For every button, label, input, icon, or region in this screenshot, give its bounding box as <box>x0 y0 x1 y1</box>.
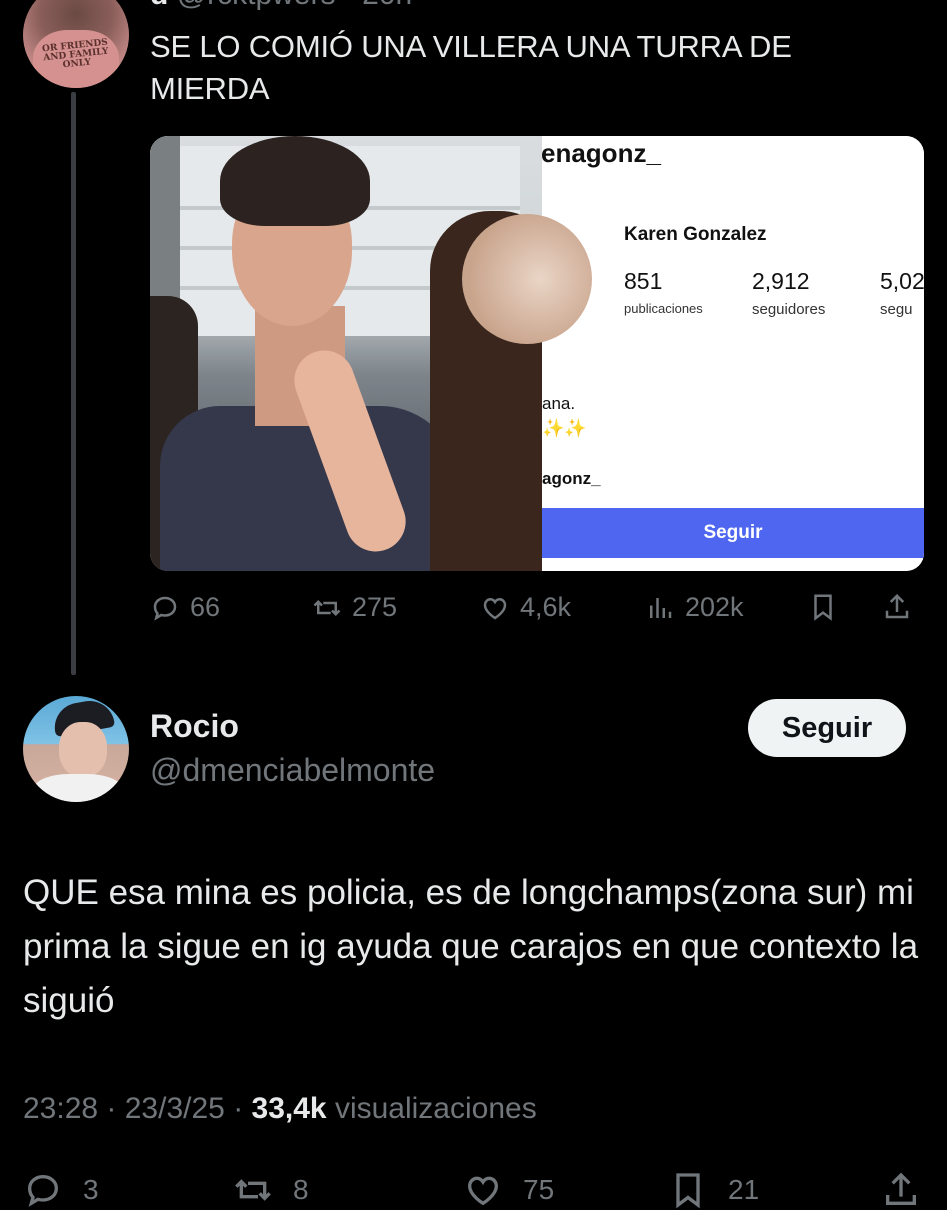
bookmark-icon <box>814 594 832 621</box>
reply-count: 3 <box>83 1174 99 1205</box>
reply-button[interactable]: 66 <box>150 592 220 623</box>
reply-icon <box>27 1174 59 1207</box>
ig-username: enagonz_ <box>541 138 661 168</box>
bookmark-button[interactable]: 21 <box>668 1170 759 1210</box>
bookmark-count: 21 <box>728 1174 760 1205</box>
ig-stat-posts: 851 publicaciones <box>624 268 703 316</box>
share-icon <box>886 1172 916 1205</box>
main-avatar[interactable] <box>23 696 129 802</box>
like-count: 4,6k <box>520 592 572 622</box>
ig-stat-label: seguidores <box>752 301 826 318</box>
repost-icon <box>235 1179 271 1201</box>
bookmark-icon <box>676 1173 700 1209</box>
photo-hair <box>220 136 370 226</box>
media-photo[interactable] <box>150 136 542 571</box>
ig-link: agonz_ <box>542 469 601 488</box>
like-count: 75 <box>523 1174 555 1205</box>
ig-stat-following: 5,02 segu <box>880 268 924 318</box>
ig-bio-emoji: ✨✨ <box>542 418 587 438</box>
tweet-date[interactable]: 23/3/25 <box>125 1092 225 1125</box>
like-button[interactable]: 75 <box>463 1170 554 1210</box>
parent-action-bar: 66 275 4,6k 202k <box>150 592 920 634</box>
reply-icon <box>153 596 177 621</box>
like-button[interactable]: 4,6k <box>480 592 571 623</box>
repost-count: 275 <box>352 592 398 622</box>
tweet-time[interactable]: 23:28 <box>23 1092 98 1125</box>
repost-button[interactable]: 275 <box>312 592 397 623</box>
repost-count: 8 <box>293 1174 309 1205</box>
parent-avatar[interactable]: OR FRIENDS AND FAMILY ONLY <box>23 0 129 88</box>
ig-stat-label: segu <box>880 301 913 318</box>
views-label: visualizaciones <box>334 1092 537 1125</box>
reply-count: 66 <box>190 592 221 622</box>
ig-profile-picture <box>462 214 592 344</box>
ig-bio: ana. <box>542 394 576 413</box>
follow-button[interactable]: Seguir <box>748 699 906 757</box>
reply-button[interactable]: 3 <box>23 1170 99 1210</box>
repost-icon <box>313 599 341 616</box>
parent-name: d <box>150 0 168 11</box>
views-total: 33,4k <box>251 1092 327 1125</box>
avatar-shirt <box>33 774 123 802</box>
like-icon <box>483 597 507 619</box>
views-button[interactable]: 202k <box>645 592 744 623</box>
ig-stat-value: 851 <box>624 268 663 294</box>
meta-separator: · <box>106 1092 125 1125</box>
ig-stat-label: publicaciones <box>624 301 703 316</box>
ig-stat-followers: 2,912 seguidores <box>752 268 825 318</box>
instagram-profile-screenshot[interactable]: enagonz_ Karen Gonzalez 851 publicacione… <box>462 136 924 571</box>
share-icon <box>885 593 909 619</box>
parent-header[interactable]: d @rcktpwers · 20h <box>150 0 412 12</box>
like-icon <box>467 1176 499 1206</box>
ig-display-name: Karen Gonzalez <box>624 224 767 245</box>
thread-line <box>71 92 76 675</box>
ig-stat-value: 2,912 <box>752 268 810 294</box>
main-action-bar: 3 8 75 21 <box>23 1170 923 1210</box>
views-count: 202k <box>685 592 744 622</box>
main-author-handle[interactable]: @dmenciabelmonte <box>150 752 435 789</box>
views-icon <box>650 597 672 618</box>
repost-button[interactable]: 8 <box>233 1170 309 1210</box>
tweet-media[interactable]: enagonz_ Karen Gonzalez 851 publicacione… <box>150 136 924 571</box>
meta-separator: · <box>233 1092 252 1125</box>
share-button[interactable] <box>882 592 912 622</box>
avatar-face <box>59 722 107 777</box>
main-tweet-text: QUE esa mina es policia, es de longchamp… <box>23 873 919 1020</box>
share-button[interactable] <box>881 1170 921 1210</box>
parent-tweet-text: SE LO COMIÓ UNA VILLERA UNA TURRA DE MIE… <box>150 29 792 106</box>
main-author-name[interactable]: Rocio <box>150 708 239 745</box>
ig-follow-button: Seguir <box>542 508 924 558</box>
parent-handle-time: @rcktpwers · 20h <box>177 0 413 11</box>
tweet-meta: 23:28 · 23/3/25 · 33,4k visualizaciones <box>23 1092 537 1126</box>
ig-stat-value: 5,02 <box>880 268 924 294</box>
bookmark-button[interactable] <box>808 592 838 622</box>
